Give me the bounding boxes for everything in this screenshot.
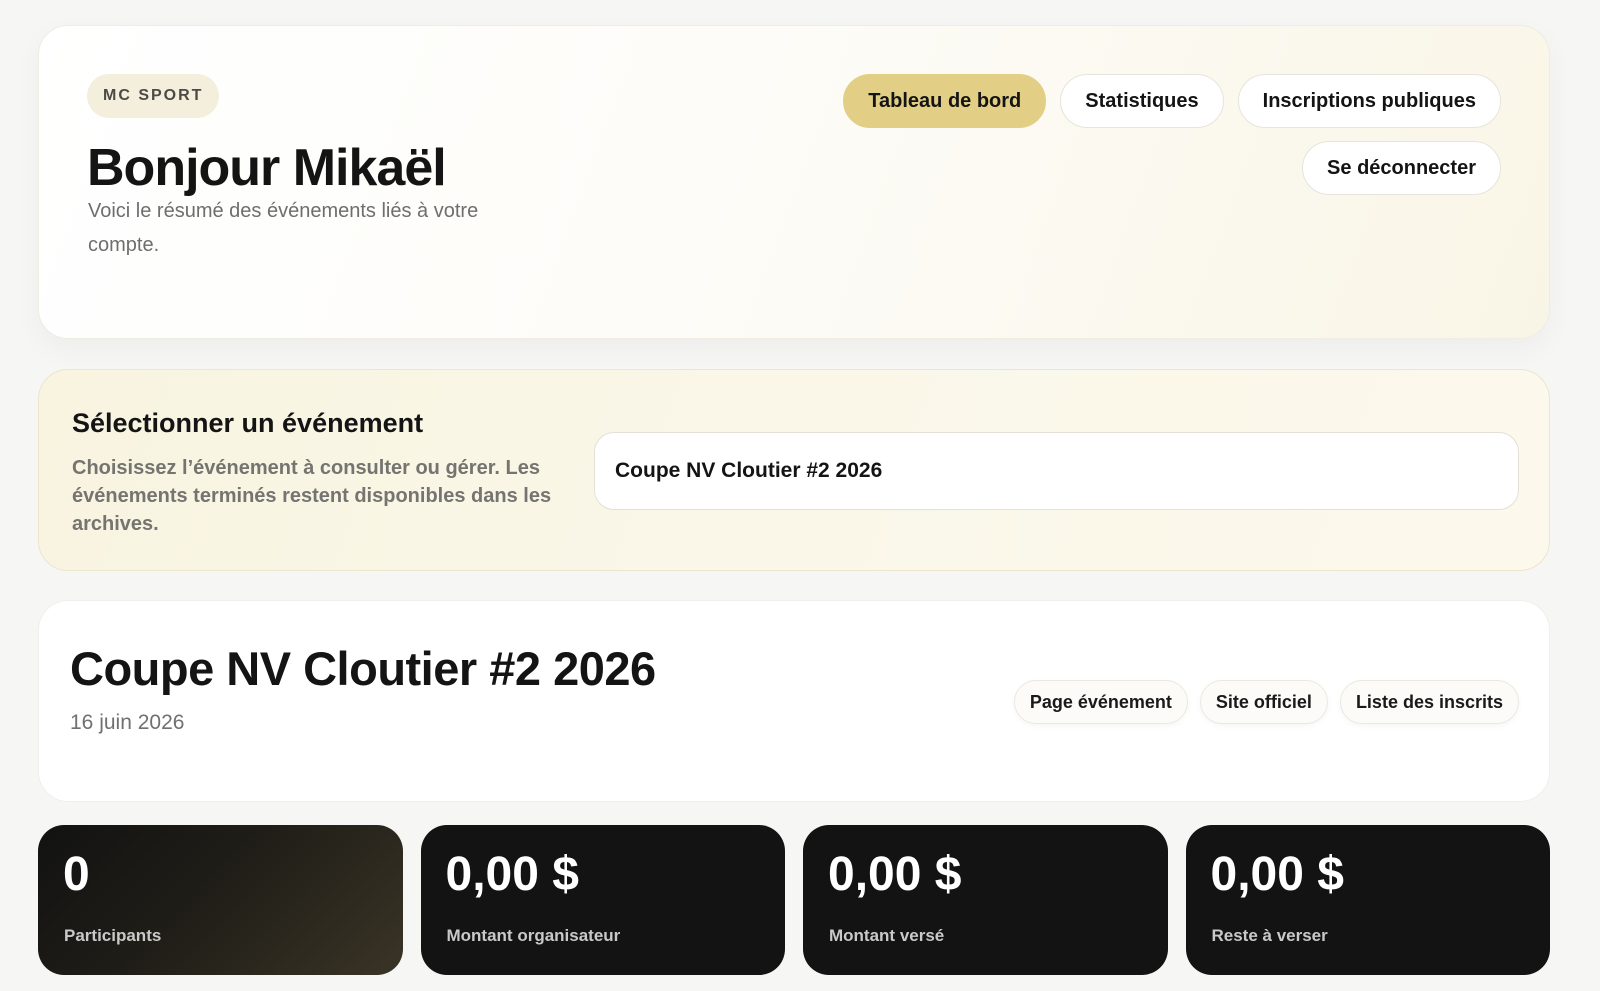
stat-label: Reste à verser [1211, 926, 1328, 945]
event-details-card: Coupe NV Cloutier #2 2026 16 juin 2026 P… [38, 600, 1550, 802]
event-date: 16 juin 2026 [70, 711, 185, 734]
main-nav: Tableau de bord Statistiques Inscription… [843, 74, 1501, 128]
nav-statistics-button[interactable]: Statistiques [1060, 74, 1224, 128]
event-title: Coupe NV Cloutier #2 2026 [70, 642, 656, 695]
stat-value: 0,00 $ [828, 848, 962, 901]
event-page-link[interactable]: Page événement [1013, 680, 1188, 724]
official-site-link[interactable]: Site officiel [1199, 680, 1328, 724]
stat-card-paid-amount: 0,00 $ Montant versé [803, 825, 1168, 975]
stat-label: Montant organisateur [446, 926, 621, 945]
stats-row: 0 Participants 0,00 $ Montant organisate… [38, 825, 1550, 975]
stat-card-organizer-amount: 0,00 $ Montant organisateur [420, 825, 785, 975]
stat-card-remaining-amount: 0,00 $ Reste à verser [1185, 825, 1550, 975]
greeting-title: Bonjour Mikaël [87, 139, 447, 197]
event-select[interactable]: Coupe NV Cloutier #2 2026 [594, 432, 1519, 510]
event-links: Page événement Site officiel Liste des i… [1013, 680, 1519, 724]
dashboard-page: MC SPORT Bonjour Mikaël Voici le résumé … [0, 0, 1600, 991]
stat-value: 0 [63, 848, 90, 901]
stat-value: 0,00 $ [445, 848, 579, 901]
stat-value: 0,00 $ [1210, 848, 1344, 901]
nav-dashboard-button[interactable]: Tableau de bord [843, 74, 1047, 128]
nav-public-registrations-button[interactable]: Inscriptions publiques [1237, 74, 1501, 128]
brand-badge: MC SPORT [87, 74, 220, 118]
stat-label: Participants [64, 926, 162, 945]
stat-card-participants: 0 Participants [38, 825, 403, 975]
registrants-list-link[interactable]: Liste des inscrits [1339, 680, 1519, 724]
stat-label: Montant versé [829, 926, 945, 945]
logout-button[interactable]: Se déconnecter [1302, 141, 1501, 195]
event-selector-description: Choisissez l’événement à consulter ou gé… [72, 457, 552, 535]
welcome-header: MC SPORT Bonjour Mikaël Voici le résumé … [38, 25, 1550, 339]
greeting-subtitle: Voici le résumé des événements liés à vo… [88, 200, 479, 256]
event-selector-panel: Sélectionner un événement Choisissez l’é… [38, 369, 1550, 571]
event-selector-title: Sélectionner un événement [72, 408, 424, 438]
